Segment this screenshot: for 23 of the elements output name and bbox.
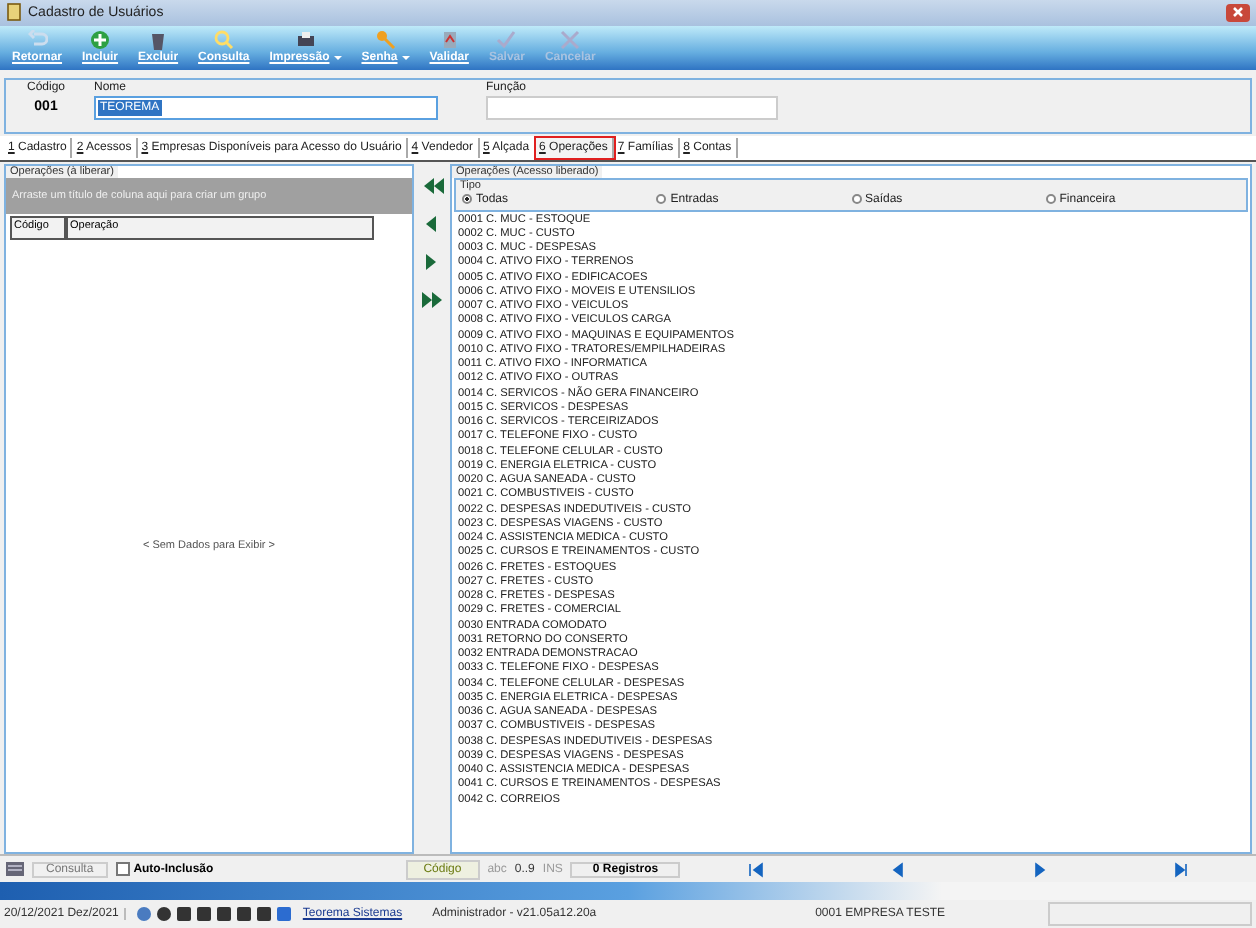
close-icon (1232, 6, 1244, 19)
last-icon (1174, 861, 1191, 878)
square-icon[interactable] (176, 906, 193, 923)
back-arrow-icon (27, 30, 47, 51)
document-icon (439, 30, 460, 51)
transfer-button[interactable] (420, 289, 444, 310)
role-field[interactable] (486, 95, 778, 120)
key-icon (375, 30, 396, 51)
transfer-button[interactable] (420, 175, 444, 196)
check-icon (496, 30, 517, 51)
app-icon (6, 2, 22, 23)
search-icon (213, 30, 234, 51)
double-right-arrow-icon (420, 289, 444, 310)
next-icon (1032, 861, 1049, 878)
close-icon (560, 30, 581, 51)
double-left-arrow-icon (420, 175, 444, 196)
keyboard-icon (6, 862, 24, 877)
plus-icon (90, 30, 111, 51)
close-button[interactable] (1226, 3, 1250, 22)
trash-icon (148, 30, 169, 51)
first-icon (747, 861, 764, 878)
printer-icon (295, 30, 316, 51)
previous-icon (889, 861, 906, 878)
